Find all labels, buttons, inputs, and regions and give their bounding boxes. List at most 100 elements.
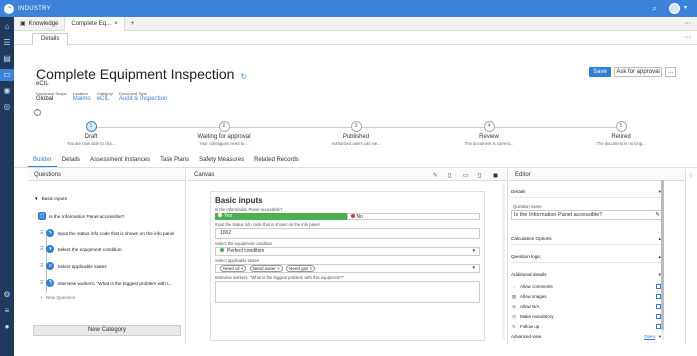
settings-wheel-icon[interactable]: ◎ xyxy=(3,103,11,111)
chevron-down-icon[interactable]: ▾ xyxy=(684,4,687,11)
new-tab-button[interactable]: + xyxy=(125,17,141,31)
option-make-mandatory[interactable]: ◷ Make mandatory xyxy=(511,313,663,320)
close-icon[interactable]: × xyxy=(114,17,118,31)
q4-label: Select applicable states xyxy=(215,258,259,263)
pencil-icon[interactable]: ✎ xyxy=(433,172,439,179)
question-name-label: Question name xyxy=(513,204,542,209)
avatar[interactable] xyxy=(669,3,680,14)
tab-assessment-instances[interactable]: Assessment Instances xyxy=(85,155,155,167)
pencil-icon[interactable]: ✎ xyxy=(655,211,660,219)
interview-textarea[interactable] xyxy=(215,281,480,303)
tab-details[interactable]: Details xyxy=(32,33,69,45)
option-allow-images[interactable]: ▨ Allow images xyxy=(511,293,663,300)
tab-knowledge[interactable]: ▣ Knowledge xyxy=(14,17,64,31)
tab-task-plans[interactable]: Task Plans xyxy=(155,155,194,167)
drag-handle-icon[interactable]: ⠿ xyxy=(40,280,43,286)
step-label: Review xyxy=(479,134,499,140)
menu-icon[interactable]: ☰ xyxy=(3,39,11,47)
library-icon[interactable]: ▤ xyxy=(3,55,11,63)
yes-no-toggle: Yes No xyxy=(215,213,480,220)
sub-tab-bar: Details ··· xyxy=(14,31,697,45)
no-option[interactable]: No xyxy=(346,213,480,220)
document-meta: Document Scope Global Location Malmo Categ… xyxy=(36,91,167,102)
document-header: Complete Equipment Inspection ↻ eCIL Docu… xyxy=(14,45,697,117)
advanced-open-link[interactable]: Open xyxy=(644,334,655,339)
status-code-input[interactable]: 1002 xyxy=(215,228,480,239)
drag-handle-icon[interactable]: ⠿ xyxy=(40,230,43,236)
logo-icon: ◔ xyxy=(4,3,14,14)
new-category-button[interactable]: New Category xyxy=(33,325,181,336)
additional-details-section[interactable]: Additional details ▾ xyxy=(511,269,663,281)
drag-handle-icon[interactable]: ⠿ xyxy=(40,246,43,252)
tab-related-records[interactable]: Related Records xyxy=(249,155,304,167)
chevron-down-icon[interactable]: ▼ xyxy=(34,196,39,201)
documents-icon[interactable]: ▭ xyxy=(0,69,14,81)
states-multiselect[interactable]: Need oil × Need water × Need gas × ▾ xyxy=(215,264,480,273)
new-question-button[interactable]: + New Question xyxy=(40,295,75,300)
tab-details[interactable]: Details xyxy=(57,155,85,167)
q5-label: Interview workers: "What is the biggest … xyxy=(215,275,345,280)
editor-scrollbar[interactable] xyxy=(661,180,664,340)
step-retired[interactable]: 5 Retired The document is no long... xyxy=(566,121,676,146)
follow-up-icon: ↻ xyxy=(512,323,516,329)
collapse-icon[interactable]: ⌃ xyxy=(34,109,41,116)
tab-builder[interactable]: Builder xyxy=(28,155,57,167)
image-icon: ▨ xyxy=(511,293,517,299)
search-icon[interactable]: ⌕ xyxy=(652,3,657,14)
question-name-input[interactable]: Is the Information Panel accessible? ✎ xyxy=(511,210,663,220)
list-icon[interactable]: ≡ xyxy=(3,307,11,315)
tablet-icon[interactable]: ▭ xyxy=(463,172,469,179)
refresh-icon[interactable]: ↻ xyxy=(240,72,247,81)
chip-need-oil[interactable]: Need oil × xyxy=(220,265,247,272)
ask-approval-button[interactable]: Ask for approval xyxy=(614,67,662,77)
question-label: Select applicable states xyxy=(57,263,107,269)
option-follow-up[interactable]: ↻ Follow up xyxy=(511,323,663,330)
question-item[interactable]: ⠿ ✎ Input the status info code that is sho… xyxy=(40,229,174,237)
chip-need-water[interactable]: Need water × xyxy=(249,265,283,272)
yes-option[interactable]: Yes xyxy=(215,213,347,220)
canvas-card: Basic inputs Is the Information Panel ac… xyxy=(210,191,485,341)
details-section[interactable]: Details ▾ xyxy=(511,186,663,198)
home-icon[interactable]: ⌂ xyxy=(3,23,11,31)
meta-value[interactable]: eCIL xyxy=(97,96,113,102)
question-item[interactable]: ⠿ ▾ Select the equipment condition xyxy=(40,245,122,253)
gear-icon[interactable]: ⚙ xyxy=(3,291,11,299)
clock-icon: ◷ xyxy=(512,313,516,319)
meta-value[interactable]: Audit & Inspection xyxy=(119,96,167,102)
step-label: Waiting for approval xyxy=(197,134,251,140)
globe-icon[interactable]: ◉ xyxy=(3,87,11,95)
mobile-icon[interactable]: ▯ xyxy=(448,172,454,179)
question-item[interactable]: ▢ Is the Information Panel accessible? xyxy=(38,212,124,220)
question-item[interactable]: ⠿ ≡ Select applicable states xyxy=(40,262,107,270)
chip-need-gas[interactable]: Need gas × xyxy=(286,265,316,272)
meta-scope: Document Scope Global xyxy=(36,91,67,102)
canvas-scrollbar[interactable] xyxy=(502,185,505,340)
step-published[interactable]: 3 Published Authorized users can vie... xyxy=(301,121,411,146)
calculation-options-section[interactable]: Calculation Options ▴ xyxy=(511,233,663,245)
drag-handle-icon[interactable]: ⠿ xyxy=(40,263,43,269)
more-icon[interactable]: ··· xyxy=(684,31,691,45)
phone-icon[interactable]: ▯ xyxy=(478,172,484,179)
condition-select[interactable]: Perfect condition ▾ xyxy=(215,247,480,256)
question-logic-section[interactable]: Question logic ▴ xyxy=(511,251,663,263)
chevron-down-icon: ▾ xyxy=(472,265,475,271)
chip-label: Need water xyxy=(252,266,276,271)
tab-complete-equipment[interactable]: Complete Eq... × xyxy=(64,16,125,31)
save-button[interactable]: Save xyxy=(589,67,611,77)
canvas-form: Basic inputs Is the Information Panel ac… xyxy=(215,192,480,303)
option-allow-comments[interactable]: ◌ Allow comments xyxy=(511,283,663,290)
preview-icon[interactable]: ◼ xyxy=(493,172,499,179)
step-review[interactable]: 4 Review The document is current... xyxy=(434,121,544,146)
tab-safety-measures[interactable]: Safety Measures xyxy=(194,155,249,167)
meta-value[interactable]: Malmo xyxy=(73,96,91,102)
category-basic-inputs[interactable]: ▼ Basic inputs xyxy=(34,196,67,201)
scrollbar-thumb[interactable] xyxy=(661,180,664,330)
more-button[interactable]: ... xyxy=(665,67,676,77)
help-icon[interactable]: ● xyxy=(3,323,11,331)
more-icon[interactable]: ··· xyxy=(684,17,691,31)
option-allow-na[interactable]: ⊘ Allow N/A xyxy=(511,303,663,310)
comment-icon[interactable]: ○ xyxy=(689,173,693,179)
question-item[interactable]: ⠿ ¶ Interview workers: "What is the bigges… xyxy=(40,279,172,287)
step-waiting[interactable]: 2 Waiting for approval Your colleagues nee… xyxy=(169,121,279,146)
step-draft[interactable]: 1 Draft You are now able to cha... xyxy=(36,121,146,146)
